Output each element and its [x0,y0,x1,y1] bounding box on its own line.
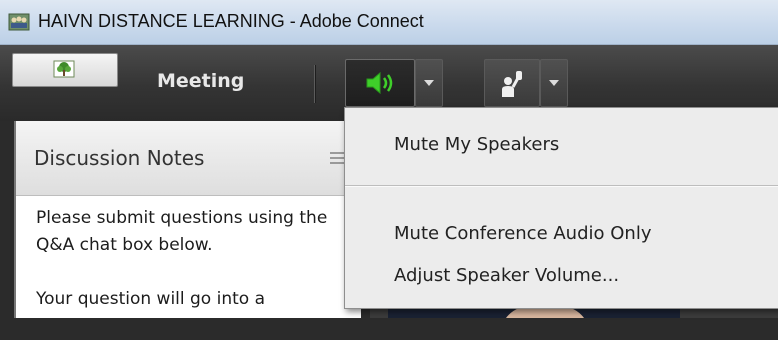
menu-item-adjust-speaker-volume[interactable]: Adjust Speaker Volume... [394,265,619,286]
discussion-notes-pod: Discussion Notes Please submit questions… [14,121,361,318]
pod-menu-icon[interactable] [330,152,344,164]
menu-divider [345,185,778,187]
raise-hand-button[interactable] [484,59,540,107]
menu-item-mute-conference-audio[interactable]: Mute Conference Audio Only [394,223,651,244]
notes-paragraph: Please submit questions using the Q&A ch… [36,208,328,255]
speaker-volume-icon [366,71,393,95]
logo-button[interactable] [12,53,118,87]
pod-notes-text: Please submit questions using the Q&A ch… [36,205,366,340]
raise-hand-dropdown-button[interactable] [540,59,568,107]
meeting-menu[interactable]: Meeting [157,70,244,92]
notes-paragraph: Your question will go into a [36,289,266,309]
speaker-dropdown-button[interactable] [415,59,443,107]
chevron-down-icon [549,80,559,86]
tree-logo-icon [53,60,75,78]
chevron-down-icon [424,80,434,86]
toolbar-divider [314,65,316,103]
raise-hand-icon [502,71,522,97]
window-title: HAIVN DISTANCE LEARNING - Adobe Connect [38,11,424,31]
adobe-connect-app-icon [8,12,30,32]
window-title-bar: HAIVN DISTANCE LEARNING - Adobe Connect [0,0,778,45]
pod-header: Discussion Notes [16,121,361,196]
speaker-button[interactable] [345,59,415,107]
menu-item-mute-my-speakers[interactable]: Mute My Speakers [394,134,559,155]
pod-title: Discussion Notes [34,146,205,170]
speaker-dropdown-menu: Mute My Speakers Mute Conference Audio O… [344,107,778,309]
